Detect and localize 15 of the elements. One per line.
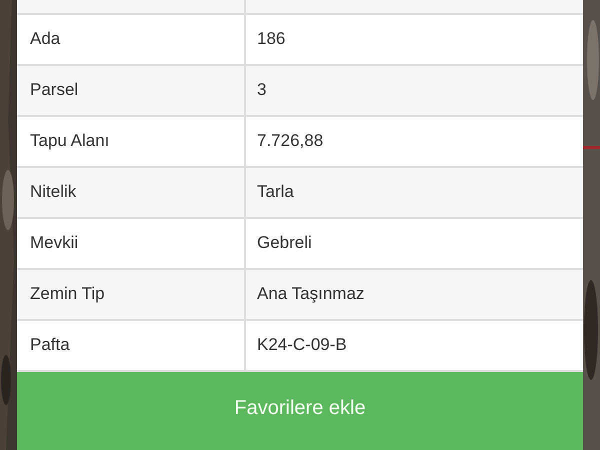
table-cell: Mevkii (17, 218, 246, 268)
table-cell-text: 7.726,88 (256, 130, 324, 152)
table-cell-text: Tarla (256, 181, 295, 204)
table-cell-text: 186 (256, 28, 286, 50)
table-cell-text: Gebreli (256, 232, 313, 254)
table-cell: Zemin Tip (17, 270, 246, 319)
table-cell: Parsel (17, 66, 246, 115)
table-cell-text: 3 (256, 79, 268, 102)
table-cell-text: K24-C-09-B (256, 334, 348, 356)
table-cell: Nitelik (17, 168, 246, 217)
table-cell: Pafta (17, 320, 246, 370)
table-cell: Ada (17, 14, 246, 64)
table-cell: Tapu Alanı (17, 116, 246, 166)
table-cell-text: Ana Taşınmaz (256, 283, 366, 306)
add-favorites-button[interactable]: Favorilere ekle (17, 372, 583, 450)
